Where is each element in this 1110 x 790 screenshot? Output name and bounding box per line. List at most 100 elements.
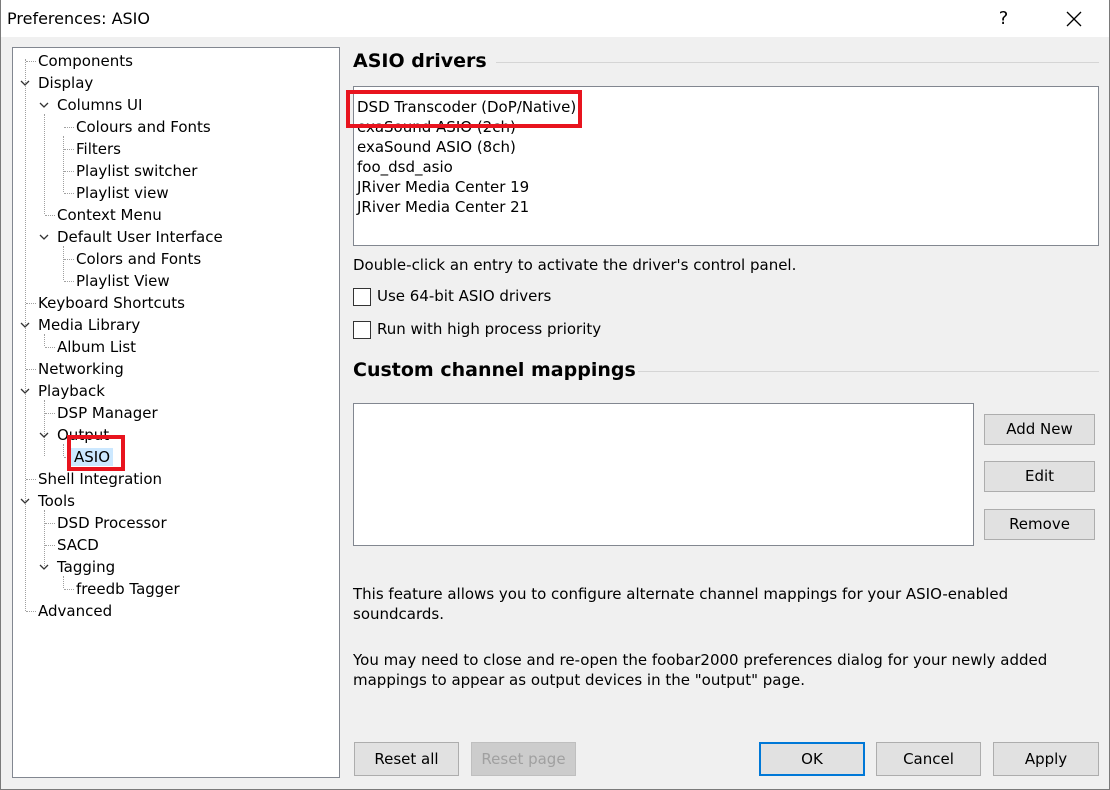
tree-item-label: SACD: [57, 536, 99, 554]
list-item[interactable]: foo_dsd_asio: [357, 157, 453, 177]
tree-item-label: Playback: [38, 382, 105, 400]
high-priority-checkbox[interactable]: [353, 321, 371, 339]
preferences-window: Preferences: ASIO ? Components Display C…: [0, 0, 1110, 790]
tree-connector: [64, 127, 74, 128]
tree-item-dsp-manager[interactable]: DSP Manager: [55, 402, 160, 424]
tree-connector: [44, 400, 45, 456]
tree-item-default-user-interface[interactable]: Default User Interface: [55, 226, 225, 248]
tree-item-tools[interactable]: Tools: [36, 490, 77, 512]
reset-page-button[interactable]: Reset page: [471, 742, 576, 776]
tree-item-label: DSD Processor: [57, 514, 167, 532]
chevron-down-icon[interactable]: [19, 77, 31, 89]
edit-button[interactable]: Edit: [984, 461, 1095, 492]
tree-item-label: Tools: [38, 492, 75, 510]
tree-connector: [64, 589, 74, 590]
chevron-down-icon[interactable]: [38, 231, 50, 243]
chevron-down-icon[interactable]: [38, 561, 50, 573]
tree-item-label: DSP Manager: [57, 404, 158, 422]
list-item[interactable]: exaSound ASIO (8ch): [357, 137, 516, 157]
use-64bit-label[interactable]: Use 64-bit ASIO drivers: [377, 287, 551, 305]
tree-item-label: Context Menu: [57, 206, 162, 224]
window-title: Preferences: ASIO: [7, 9, 150, 28]
tree-item-colors-and-fonts[interactable]: Colors and Fonts: [74, 248, 203, 270]
tree-connector: [64, 259, 74, 260]
tree-connector: [26, 61, 36, 62]
tree-item-sacd[interactable]: SACD: [55, 534, 101, 556]
chevron-down-icon[interactable]: [19, 385, 31, 397]
tree-connector: [45, 413, 55, 414]
tree-connector: [45, 215, 55, 216]
tree-item-media-library[interactable]: Media Library: [36, 314, 142, 336]
driver-hint-text: Double-click an entry to activate the dr…: [353, 256, 797, 274]
tree-connector: [26, 369, 36, 370]
tree-item-filters[interactable]: Filters: [74, 138, 123, 160]
close-button[interactable]: [1051, 0, 1097, 37]
tree-item-label: Components: [38, 52, 133, 70]
annotation-highlight: [67, 435, 125, 471]
chevron-down-icon[interactable]: [19, 319, 31, 331]
annotation-highlight: [346, 90, 582, 128]
tree-connector: [44, 510, 45, 566]
tree-item-label: Album List: [57, 338, 137, 356]
tree-item-label: Shell Integration: [38, 470, 163, 488]
list-item[interactable]: JRiver Media Center 21: [357, 197, 529, 217]
list-item[interactable]: JRiver Media Center 19: [357, 177, 529, 197]
chevron-down-icon[interactable]: [19, 495, 31, 507]
tree-item-context-menu[interactable]: Context Menu: [55, 204, 164, 226]
tree-item-label: freedb Tagger: [76, 580, 180, 598]
tree-item-label: Colours and Fonts: [76, 118, 211, 136]
remove-button[interactable]: Remove: [984, 509, 1095, 540]
tree-connector: [45, 523, 55, 524]
tree-item-networking[interactable]: Networking: [36, 358, 126, 380]
asio-drivers-heading: ASIO drivers: [353, 50, 487, 72]
tree-connector: [26, 303, 36, 304]
tree-item-playlist-view-dui[interactable]: Playlist View: [74, 270, 172, 292]
use-64bit-checkbox[interactable]: [353, 288, 371, 306]
mappings-description: This feature allows you to configure alt…: [353, 585, 1009, 623]
ok-button[interactable]: OK: [759, 742, 865, 776]
cancel-button[interactable]: Cancel: [876, 742, 981, 776]
tree-connector: [63, 246, 64, 280]
tree-connector: [64, 281, 74, 282]
high-priority-label[interactable]: Run with high process priority: [377, 320, 601, 338]
chevron-down-icon[interactable]: [38, 429, 50, 441]
tree-item-shell-integration[interactable]: Shell Integration: [36, 468, 164, 490]
tree-connector: [63, 136, 64, 192]
tree-connector: [26, 611, 36, 612]
tree-connector: [25, 59, 26, 611]
mappings-note: You may need to close and re-open the fo…: [353, 651, 1048, 689]
tree-item-colours-and-fonts[interactable]: Colours and Fonts: [74, 116, 213, 138]
tree-item-playlist-view[interactable]: Playlist view: [74, 182, 171, 204]
tree-item-tagging[interactable]: Tagging: [55, 556, 117, 578]
tree-item-columns-ui[interactable]: Columns UI: [55, 94, 144, 116]
tree-item-label: Display: [38, 74, 94, 92]
preferences-tree[interactable]: Components Display Columns UI Colours an…: [12, 47, 340, 778]
tree-item-playback[interactable]: Playback: [36, 380, 107, 402]
tree-connector: [45, 347, 55, 348]
tree-item-label: Default User Interface: [57, 228, 223, 246]
tree-connector: [26, 479, 36, 480]
chevron-down-icon[interactable]: [38, 99, 50, 111]
add-new-button[interactable]: Add New: [984, 414, 1095, 445]
tree-item-display[interactable]: Display: [36, 72, 95, 94]
tree-item-label: Keyboard Shortcuts: [38, 294, 185, 312]
tree-item-playlist-switcher[interactable]: Playlist switcher: [74, 160, 199, 182]
tree-item-label: Playlist switcher: [76, 162, 198, 180]
tree-item-label: Networking: [38, 360, 124, 378]
apply-button[interactable]: Apply: [993, 742, 1099, 776]
tree-item-components[interactable]: Components: [36, 50, 135, 72]
tree-item-keyboard-shortcuts[interactable]: Keyboard Shortcuts: [36, 292, 187, 314]
help-button[interactable]: ?: [981, 0, 1026, 37]
tree-item-label: Playlist View: [76, 272, 170, 290]
title-bar: Preferences: ASIO ?: [1, 0, 1109, 37]
channel-mappings-list[interactable]: [353, 403, 974, 546]
channel-mappings-heading: Custom channel mappings: [353, 359, 636, 381]
tree-item-advanced[interactable]: Advanced: [36, 600, 114, 622]
tree-item-dsd-processor[interactable]: DSD Processor: [55, 512, 169, 534]
tree-item-freedb-tagger[interactable]: freedb Tagger: [74, 578, 182, 600]
tree-connector: [44, 114, 45, 214]
tree-item-album-list[interactable]: Album List: [55, 336, 138, 358]
tree-item-label: Media Library: [38, 316, 141, 334]
tree-item-label: Tagging: [57, 558, 116, 576]
reset-all-button[interactable]: Reset all: [354, 742, 459, 776]
